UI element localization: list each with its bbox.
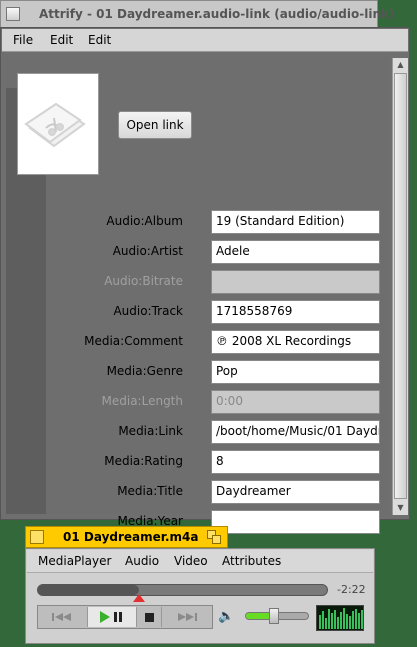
volume-knob[interactable] (268, 608, 279, 624)
window-frame: File Edit Edit Open link Audio:Album19 (0, 27, 410, 534)
attribute-value-field[interactable]: Daydreamer (211, 480, 380, 504)
time-remaining: -2:22 (337, 583, 366, 596)
attribute-value-field[interactable] (211, 510, 380, 534)
attribute-row: Media:Rating 8 (6, 450, 388, 474)
attribute-row: Audio:Artist Adele (6, 240, 388, 264)
attribute-value-field[interactable]: Adele (211, 240, 380, 264)
menu-file[interactable]: File (13, 33, 33, 47)
meter-bar (331, 613, 333, 629)
media-player-window: MediaPlayer Audio Video Attributes -2:22… (25, 548, 375, 644)
attribute-label: Audio:Bitrate (104, 274, 183, 288)
attribute-label: Media:Link (118, 424, 183, 438)
attributes-panel: Open link Audio:Album 19 (Standard Editio… (6, 58, 388, 534)
play-pause-button[interactable] (88, 607, 137, 627)
attribute-value-field[interactable]: ℗ 2008 XL Recordings (211, 330, 380, 354)
meter-bar (343, 608, 345, 629)
skip-back-icon (52, 613, 71, 621)
attribute-row: Audio:Bitrate (6, 270, 388, 294)
player-close-button[interactable] (30, 530, 44, 544)
stop-icon (144, 612, 154, 622)
player-window-title: 01 Daydreamer.m4a (63, 530, 199, 544)
speaker-icon[interactable]: 🔈 (218, 609, 234, 624)
open-link-button[interactable]: Open link (118, 111, 192, 139)
menu-edit[interactable]: Edit (50, 33, 73, 47)
attribute-label: Media:Comment (84, 334, 183, 348)
zoom-icon[interactable] (207, 530, 221, 544)
attribute-value-field: 0:00 (211, 390, 380, 414)
attribute-label: Media:Rating (104, 454, 183, 468)
meter-bar (355, 609, 357, 629)
file-icon-preview (17, 73, 99, 175)
attribute-row: Media:Title Daydreamer (6, 480, 388, 504)
player-menu-bar: MediaPlayer Audio Video Attributes (27, 550, 373, 573)
menu-mediaplayer[interactable]: MediaPlayer (38, 554, 111, 568)
attribute-label: Media:Length (101, 394, 183, 408)
attribute-value-field[interactable]: 8 (211, 450, 380, 474)
seek-progress (38, 585, 140, 595)
attribute-label: Media:Title (117, 484, 183, 498)
stop-button[interactable] (137, 607, 162, 627)
attribute-value-field[interactable]: /boot/home/Music/01 Daydreamer.m4a (211, 420, 380, 444)
attribute-value-field (211, 270, 380, 294)
attribute-row: Media:Comment ℗ 2008 XL Recordings (6, 330, 388, 354)
meter-bar (334, 610, 336, 629)
attribute-label: Media:Genre (106, 364, 183, 378)
skip-forward-icon (178, 613, 197, 621)
meter-bar (358, 613, 360, 629)
attribute-value-field[interactable]: 19 (Standard Edition) (211, 210, 380, 234)
scroll-up-arrow-icon[interactable]: ▲ (393, 58, 408, 72)
attribute-value-field[interactable]: 1718558769 (211, 300, 380, 324)
scroll-thumb[interactable] (394, 73, 407, 499)
attribute-label: Audio:Album (106, 214, 183, 228)
meter-bar (325, 618, 327, 629)
attribute-row: Media:Link/boot/home/Music/01 Daydreamer… (6, 420, 388, 444)
volume-slider[interactable] (245, 608, 309, 624)
meter-bar (346, 614, 348, 629)
skip-forward-button[interactable] (162, 607, 210, 627)
meter-bar (340, 612, 342, 629)
meter-bar (319, 615, 321, 629)
vertical-scrollbar[interactable]: ▲ ▼ (392, 58, 408, 515)
transport-controls (37, 605, 213, 629)
menu-audio[interactable]: Audio (125, 554, 159, 568)
level-meter (316, 605, 364, 631)
scroll-down-arrow-icon[interactable]: ▼ (393, 501, 408, 515)
player-window-tab[interactable]: 01 Daydreamer.m4a (25, 526, 228, 548)
meter-bar (322, 611, 324, 629)
attribute-label: Audio:Artist (112, 244, 183, 258)
attrify-window: Attrify - 01 Daydreamer.audio-link (audi… (0, 0, 410, 534)
menu-video[interactable]: Video (174, 554, 208, 568)
attribute-label: Audio:Track (113, 304, 183, 318)
attribute-row: Audio:Album 19 (Standard Edition) (6, 210, 388, 234)
attribute-row: Audio:Track 1718558769 (6, 300, 388, 324)
meter-bar (328, 609, 330, 629)
playhead-marker-icon[interactable] (133, 594, 146, 602)
meter-bar (352, 611, 354, 629)
skip-back-button[interactable] (39, 607, 88, 627)
meter-bar (337, 617, 339, 629)
close-button[interactable] (6, 7, 20, 21)
window-title: Attrify - 01 Daydreamer.audio-link (audi… (39, 7, 395, 21)
attribute-row: Media:Length 0:00 (6, 390, 388, 414)
meter-bar (349, 616, 351, 629)
attribute-value-field[interactable]: Pop (211, 360, 380, 384)
window-tab[interactable]: Attrify - 01 Daydreamer.audio-link (audi… (0, 0, 394, 27)
menu-attributes[interactable]: Attributes (222, 554, 281, 568)
attribute-row: Media:Genre Pop (6, 360, 388, 384)
seek-slider[interactable] (37, 584, 328, 602)
play-pause-icon (100, 611, 122, 623)
meter-bar (361, 610, 363, 629)
menu-bar: File Edit Edit (2, 29, 408, 52)
document-music-icon (24, 102, 86, 148)
menu-edit-2[interactable]: Edit (88, 33, 111, 47)
